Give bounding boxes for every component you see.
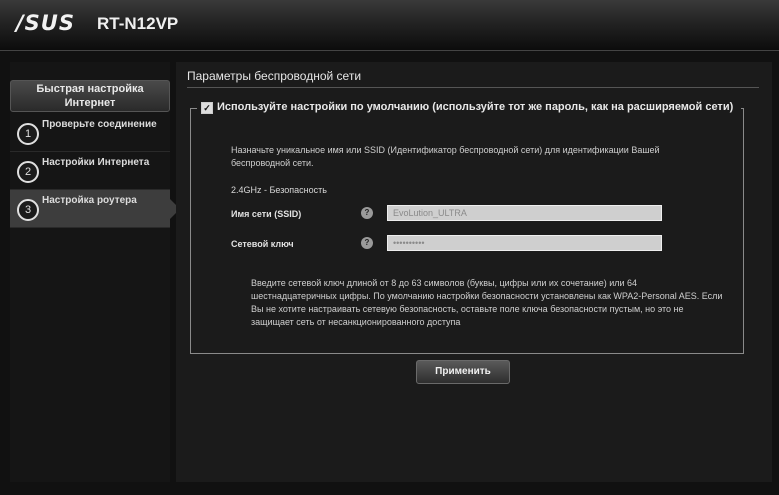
step-number-icon: 3 xyxy=(17,199,39,221)
ssid-help-icon[interactable]: ? xyxy=(361,207,373,219)
network-key-input[interactable]: •••••••••• xyxy=(387,235,662,251)
use-default-checkbox[interactable]: ✓ xyxy=(201,102,213,114)
quick-setup-sidebar: Быстрая настройка Интернет 1 Проверьте с… xyxy=(10,62,180,482)
header-bar: /SUS RT-N12VP xyxy=(0,0,779,51)
use-default-label: Используйте настройки по умолчанию (испо… xyxy=(217,101,734,113)
router-window: /SUS RT-N12VP Быстрая настройка Интернет… xyxy=(0,0,779,495)
sidebar-step-router-setup[interactable]: 3 Настройка роутера xyxy=(10,190,180,228)
title-divider xyxy=(187,87,759,88)
sidebar-step-check-connection[interactable]: 1 Проверьте соединение xyxy=(10,114,170,152)
sidebar-step-label: Проверьте соединение xyxy=(42,119,157,130)
step-number-icon: 2 xyxy=(17,161,39,183)
ssid-label: Имя сети (SSID) xyxy=(231,209,302,219)
sidebar-step-label: Настройка роутера xyxy=(42,195,137,206)
page-title: Параметры беспроводной сети xyxy=(187,69,362,83)
wireless-settings-group: ✓ Используйте настройки по умолчанию (исп… xyxy=(190,101,744,354)
band-security-label: 2.4GHz - Безопасность xyxy=(231,185,327,195)
apply-button[interactable]: Применить xyxy=(416,360,510,384)
step-number-icon: 1 xyxy=(17,123,39,145)
main-panel: Параметры беспроводной сети ✓ Используйте… xyxy=(176,62,772,482)
network-key-help-icon[interactable]: ? xyxy=(361,237,373,249)
brand-logo: /SUS xyxy=(16,11,75,35)
network-key-note: Введите сетевой ключ длиной от 8 до 63 с… xyxy=(251,278,723,327)
ssid-description: Назначьте уникальное имя или SSID (Идент… xyxy=(231,145,660,168)
sidebar-title: Быстрая настройка Интернет xyxy=(10,80,170,112)
ssid-input[interactable]: EvoLution_ULTRA xyxy=(387,205,662,221)
network-key-label: Сетевой ключ xyxy=(231,239,294,249)
use-default-settings-row[interactable]: ✓ Используйте настройки по умолчанию (исп… xyxy=(197,101,741,114)
sidebar-step-label: Настройки Интернета xyxy=(42,157,150,168)
sidebar-step-internet-settings[interactable]: 2 Настройки Интернета xyxy=(10,152,170,190)
model-name: RT-N12VP xyxy=(97,14,179,33)
